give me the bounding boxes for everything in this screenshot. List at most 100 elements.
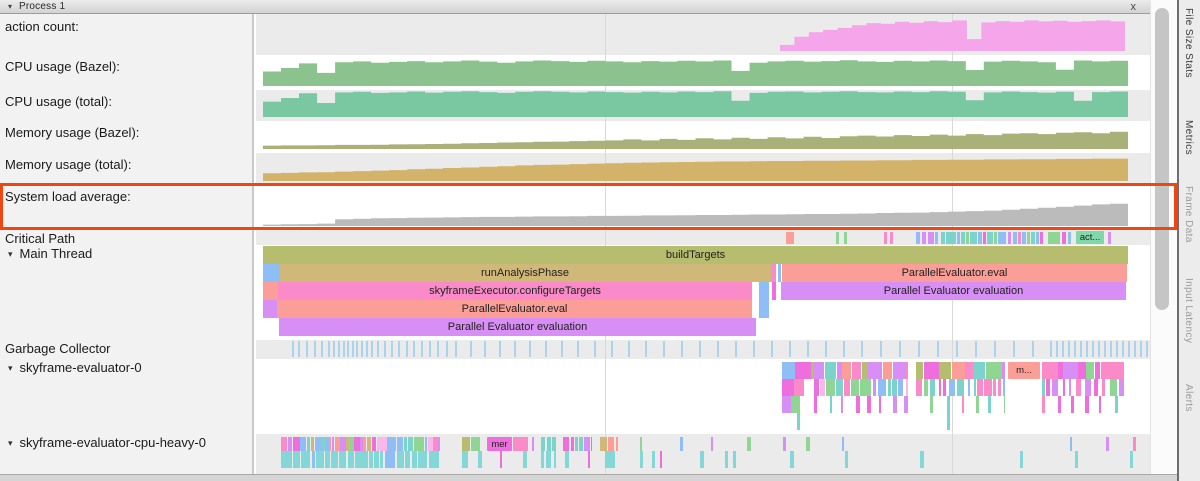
gc-tick[interactable]: [343, 341, 345, 357]
gc-tick[interactable]: [1092, 341, 1094, 357]
collapse-arrow-icon[interactable]: ▾: [8, 438, 13, 448]
critical-path-slice[interactable]: [983, 232, 986, 244]
cpu-heavy-slice[interactable]: [425, 451, 427, 468]
gc-tick[interactable]: [1013, 341, 1015, 357]
evaluator0-slice[interactable]: [957, 379, 964, 396]
cpu-heavy-slice[interactable]: [575, 437, 578, 451]
evaluator0-slice[interactable]: [1094, 379, 1097, 396]
gc-tick[interactable]: [789, 341, 791, 357]
cpu-heavy-slice[interactable]: [842, 437, 845, 451]
cpu-heavy-slice[interactable]: [307, 437, 311, 451]
cpu-heavy-slice[interactable]: [554, 451, 556, 468]
evaluator0-slice[interactable]: [984, 379, 992, 396]
gc-tick[interactable]: [753, 341, 755, 357]
gc-tick[interactable]: [1104, 341, 1106, 357]
vertical-scrollbar[interactable]: [1150, 0, 1177, 474]
main-thread-slice[interactable]: [759, 282, 769, 300]
evaluator0-slice[interactable]: [841, 396, 843, 413]
cpu-heavy-slice[interactable]: [293, 437, 300, 451]
evaluator0-slice[interactable]: [842, 362, 851, 379]
evaluator0-slice[interactable]: [814, 396, 817, 413]
evaluator0-slice[interactable]: [1046, 379, 1050, 396]
gc-tick[interactable]: [446, 341, 448, 357]
gc-tick[interactable]: [292, 341, 294, 357]
cpu-heavy-slice[interactable]: [725, 451, 728, 468]
cpu-usage-total-chart[interactable]: [256, 90, 1150, 121]
critical-path-slice[interactable]: [941, 232, 945, 244]
cpu-heavy-slice[interactable]: [790, 451, 794, 468]
critical-path-slice[interactable]: [1008, 232, 1011, 244]
evaluator0-slice[interactable]: [830, 396, 832, 413]
cpu-heavy-slice[interactable]: [335, 437, 339, 451]
cpu-heavy-slice[interactable]: [340, 437, 346, 451]
cpu-heavy-slice[interactable]: [1130, 451, 1133, 468]
critical-path-slice[interactable]: [978, 232, 982, 244]
cpu-heavy-slice[interactable]: [546, 451, 551, 468]
gc-tick[interactable]: [384, 341, 386, 357]
cpu-heavy-slice[interactable]: [462, 451, 468, 468]
evaluator0-slice[interactable]: [1069, 379, 1072, 396]
evaluator0-slice[interactable]: [998, 379, 1001, 396]
cpu-heavy-slice[interactable]: [380, 451, 383, 468]
cpu-heavy-slice[interactable]: [287, 451, 292, 468]
evaluator0-slice[interactable]: [837, 362, 842, 379]
gc-tick[interactable]: [338, 341, 340, 357]
tab-frame-data[interactable]: Frame Data: [1183, 186, 1194, 243]
cpu-heavy-slice[interactable]: [1070, 437, 1072, 451]
evaluator0-slice[interactable]: [1063, 379, 1065, 396]
critical-path-slice[interactable]: [1048, 232, 1060, 244]
cpu-heavy-slice[interactable]: [471, 437, 480, 451]
gc-tick[interactable]: [807, 341, 809, 357]
critical-path-slice[interactable]: [786, 232, 794, 244]
cpu-heavy-slice[interactable]: [397, 437, 404, 451]
evaluator0-slice[interactable]: [1042, 362, 1053, 379]
main-thread-slice[interactable]: [771, 264, 776, 282]
cpu-heavy-slice[interactable]: [363, 437, 366, 451]
tab-metrics[interactable]: Metrics: [1183, 120, 1194, 155]
horizontal-scrollbar[interactable]: [0, 474, 1177, 481]
critical-path-slice[interactable]: [1018, 232, 1021, 244]
cpu-heavy-slice[interactable]: [281, 437, 287, 451]
gc-tick[interactable]: [314, 341, 316, 357]
evaluator0-slice[interactable]: [893, 362, 906, 379]
evaluator0-slice[interactable]: [973, 362, 985, 379]
gc-tick[interactable]: [514, 341, 516, 357]
gc-tick[interactable]: [371, 341, 373, 357]
evaluator0-slice[interactable]: [1052, 379, 1058, 396]
cpu-heavy-slice[interactable]: [429, 451, 432, 468]
gc-tick[interactable]: [861, 341, 863, 357]
evaluator0-slice[interactable]: [906, 362, 908, 379]
evaluator0-slice[interactable]: [924, 379, 927, 396]
evaluator0-slice[interactable]: [1042, 396, 1045, 413]
gc-tick[interactable]: [470, 341, 472, 357]
critical-path-slice[interactable]: [836, 232, 839, 244]
cpu-heavy-slice[interactable]: [316, 451, 323, 468]
cpu-heavy-slice[interactable]: [532, 437, 534, 451]
main-thread-slice[interactable]: Parallel Evaluator evaluation: [781, 282, 1126, 300]
cpu-heavy-badge[interactable]: mer: [487, 437, 512, 451]
cpu-heavy-slice[interactable]: [380, 437, 387, 451]
critical-path-slice[interactable]: [916, 232, 920, 244]
evaluator0-slice[interactable]: [943, 379, 946, 396]
cpu-heavy-slice[interactable]: [845, 451, 848, 468]
cpu-heavy-slice[interactable]: [397, 451, 404, 468]
cpu-heavy-slice[interactable]: [541, 451, 544, 468]
main-thread-slice[interactable]: ParallelEvaluator.eval: [277, 300, 752, 318]
evaluator0-slice[interactable]: [965, 362, 973, 379]
evaluator0-slice[interactable]: [814, 362, 824, 379]
gc-tick[interactable]: [455, 341, 457, 357]
cpu-heavy-slice[interactable]: [374, 451, 379, 468]
gc-tick[interactable]: [499, 341, 501, 357]
cpu-heavy-slice[interactable]: [293, 451, 301, 468]
gc-tick[interactable]: [347, 341, 349, 357]
gc-tick[interactable]: [561, 341, 563, 357]
critical-path-slice[interactable]: [890, 232, 893, 244]
evaluator0-slice[interactable]: [878, 379, 886, 396]
evaluator0-slice[interactable]: [883, 362, 892, 379]
gc-tick[interactable]: [1146, 341, 1148, 357]
gc-tick[interactable]: [377, 341, 379, 357]
gc-tick[interactable]: [717, 341, 719, 357]
cpu-heavy-slice[interactable]: [418, 451, 425, 468]
cpu-heavy-slice[interactable]: [747, 437, 751, 451]
gc-tick[interactable]: [421, 341, 423, 357]
